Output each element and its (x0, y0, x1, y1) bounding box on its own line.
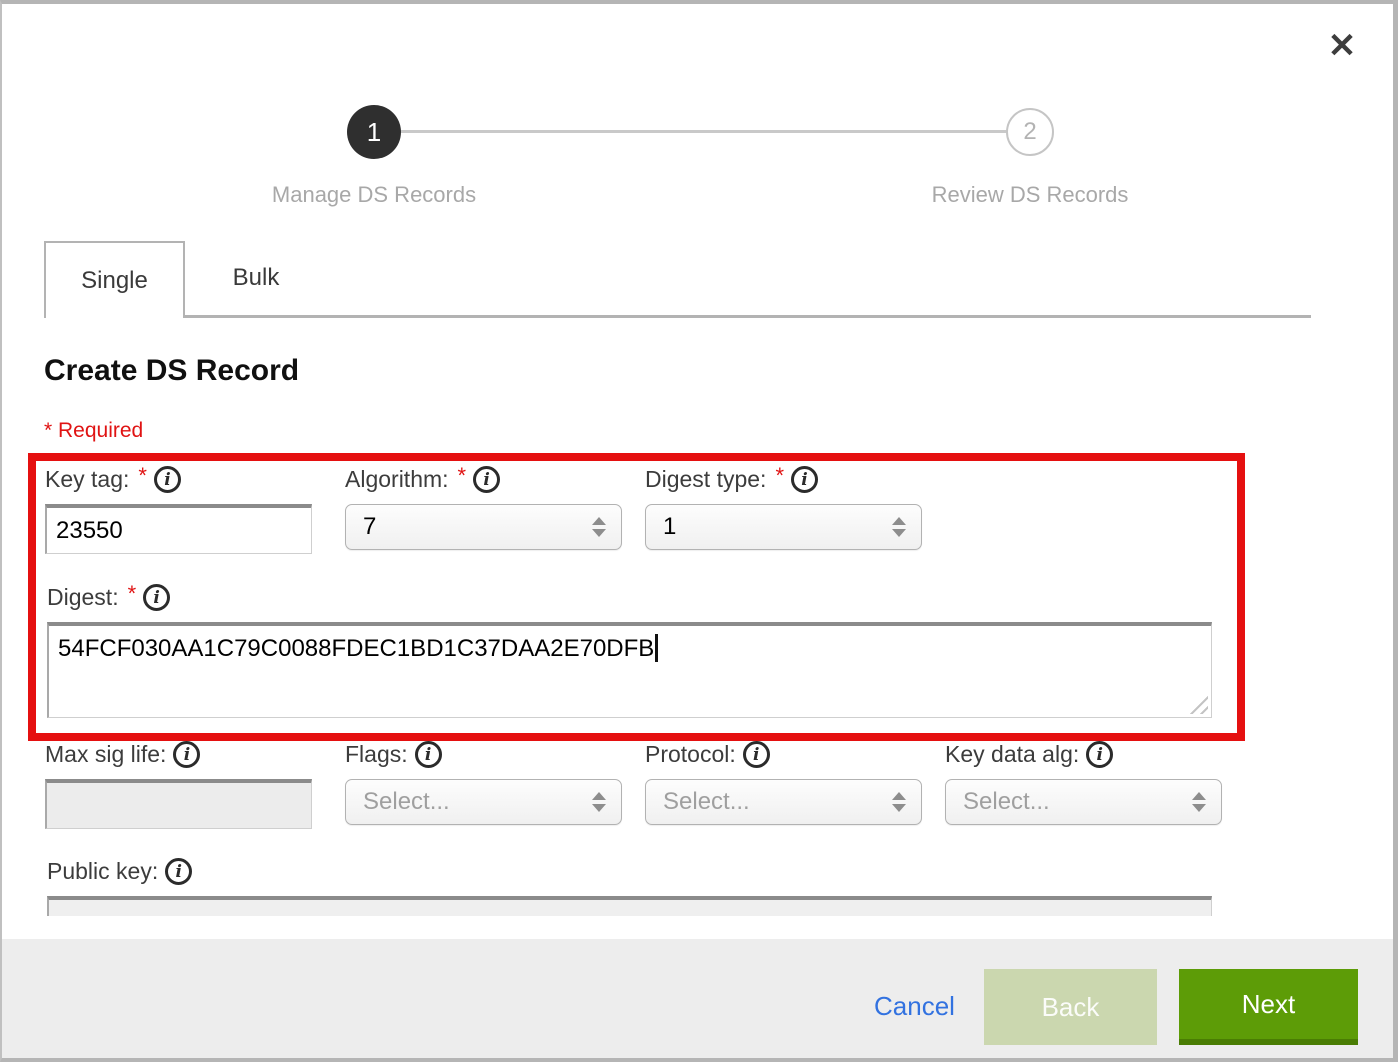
info-icon[interactable]: i (173, 741, 200, 768)
stepper-step-1-label: Manage DS Records (214, 182, 534, 208)
key-tag-label-text: Key tag: (45, 466, 129, 493)
protocol-select-value: Select... (663, 788, 750, 816)
protocol-label: Protocol: i (645, 741, 922, 768)
protocol-select[interactable]: Select... (645, 779, 922, 825)
key-tag-field-group: Key tag: * i (45, 466, 312, 554)
select-arrows-icon (1192, 792, 1206, 812)
public-key-label: Public key: i (47, 858, 1212, 885)
key-data-alg-select-value: Select... (963, 788, 1050, 816)
key-data-alg-label-text: Key data alg: (945, 741, 1079, 768)
digest-type-select[interactable]: 1 (645, 504, 922, 550)
public-key-field-group: Public key: i (47, 858, 1212, 916)
max-sig-life-input[interactable] (45, 779, 312, 829)
info-icon[interactable]: i (473, 466, 500, 493)
key-data-alg-select[interactable]: Select... (945, 779, 1222, 825)
required-asterisk: * (128, 581, 137, 607)
algorithm-label-text: Algorithm: (345, 466, 449, 493)
required-asterisk: * (458, 463, 467, 489)
required-note: * Required (44, 419, 143, 443)
stepper-step-2-circle: 2 (1006, 108, 1054, 156)
resize-handle[interactable] (1189, 695, 1208, 714)
cancel-link[interactable]: Cancel (874, 991, 955, 1022)
stepper-step-1-circle: 1 (347, 105, 401, 159)
info-icon[interactable]: i (154, 466, 181, 493)
protocol-field-group: Protocol: i Select... (645, 741, 922, 825)
info-icon[interactable]: i (415, 741, 442, 768)
stepper-step-2-label: Review DS Records (870, 182, 1190, 208)
protocol-label-text: Protocol: (645, 741, 736, 768)
digest-textarea[interactable]: 54FCF030AA1C79C0088FDEC1BD1C37DAA2E70DFB (47, 622, 1212, 718)
digest-label-text: Digest: (47, 584, 119, 611)
info-icon[interactable]: i (791, 466, 818, 493)
key-tag-label: Key tag: * i (45, 466, 312, 493)
info-icon[interactable]: i (143, 584, 170, 611)
tab-bulk[interactable]: Bulk (185, 241, 327, 315)
required-asterisk: * (775, 463, 784, 489)
flags-label: Flags: i (345, 741, 622, 768)
flags-label-text: Flags: (345, 741, 408, 768)
required-asterisk: * (138, 463, 147, 489)
select-arrows-icon (892, 517, 906, 537)
digest-type-label: Digest type: * i (645, 466, 922, 493)
key-data-alg-label: Key data alg: i (945, 741, 1222, 768)
public-key-label-text: Public key: (47, 858, 158, 885)
algorithm-select[interactable]: 7 (345, 504, 622, 550)
max-sig-life-field-group: Max sig life: i (45, 741, 312, 829)
max-sig-life-label: Max sig life: i (45, 741, 312, 768)
tab-underline (44, 315, 1311, 318)
digest-field-group: Digest: * i 54FCF030AA1C79C0088FDEC1BD1C… (47, 584, 1212, 718)
public-key-textarea[interactable] (47, 896, 1212, 916)
flags-select[interactable]: Select... (345, 779, 622, 825)
tab-single[interactable]: Single (44, 241, 185, 318)
select-arrows-icon (892, 792, 906, 812)
digest-type-field-group: Digest type: * i 1 (645, 466, 922, 550)
info-icon[interactable]: i (1086, 741, 1113, 768)
info-icon[interactable]: i (743, 741, 770, 768)
flags-field-group: Flags: i Select... (345, 741, 622, 825)
digest-type-label-text: Digest type: (645, 466, 766, 493)
select-arrows-icon (592, 792, 606, 812)
close-icon[interactable]: ✕ (1320, 24, 1364, 68)
digest-value: 54FCF030AA1C79C0088FDEC1BD1C37DAA2E70DFB (58, 635, 654, 662)
key-data-alg-field-group: Key data alg: i Select... (945, 741, 1222, 825)
algorithm-label: Algorithm: * i (345, 466, 622, 493)
stepper-connector-line (374, 130, 1030, 133)
create-ds-record-modal: ✕ 1 2 Manage DS Records Review DS Record… (0, 0, 1398, 1062)
key-tag-input[interactable] (45, 504, 312, 554)
max-sig-life-label-text: Max sig life: (45, 741, 166, 768)
next-button[interactable]: Next (1179, 969, 1358, 1045)
flags-select-value: Select... (363, 788, 450, 816)
modal-footer: Cancel Back Next (2, 939, 1393, 1058)
page-title: Create DS Record (44, 354, 299, 388)
digest-type-select-value: 1 (663, 513, 676, 541)
select-arrows-icon (592, 517, 606, 537)
info-icon[interactable]: i (165, 858, 192, 885)
algorithm-select-value: 7 (363, 513, 376, 541)
back-button[interactable]: Back (984, 969, 1157, 1045)
digest-label: Digest: * i (47, 584, 1212, 611)
text-cursor (655, 634, 658, 662)
algorithm-field-group: Algorithm: * i 7 (345, 466, 622, 550)
